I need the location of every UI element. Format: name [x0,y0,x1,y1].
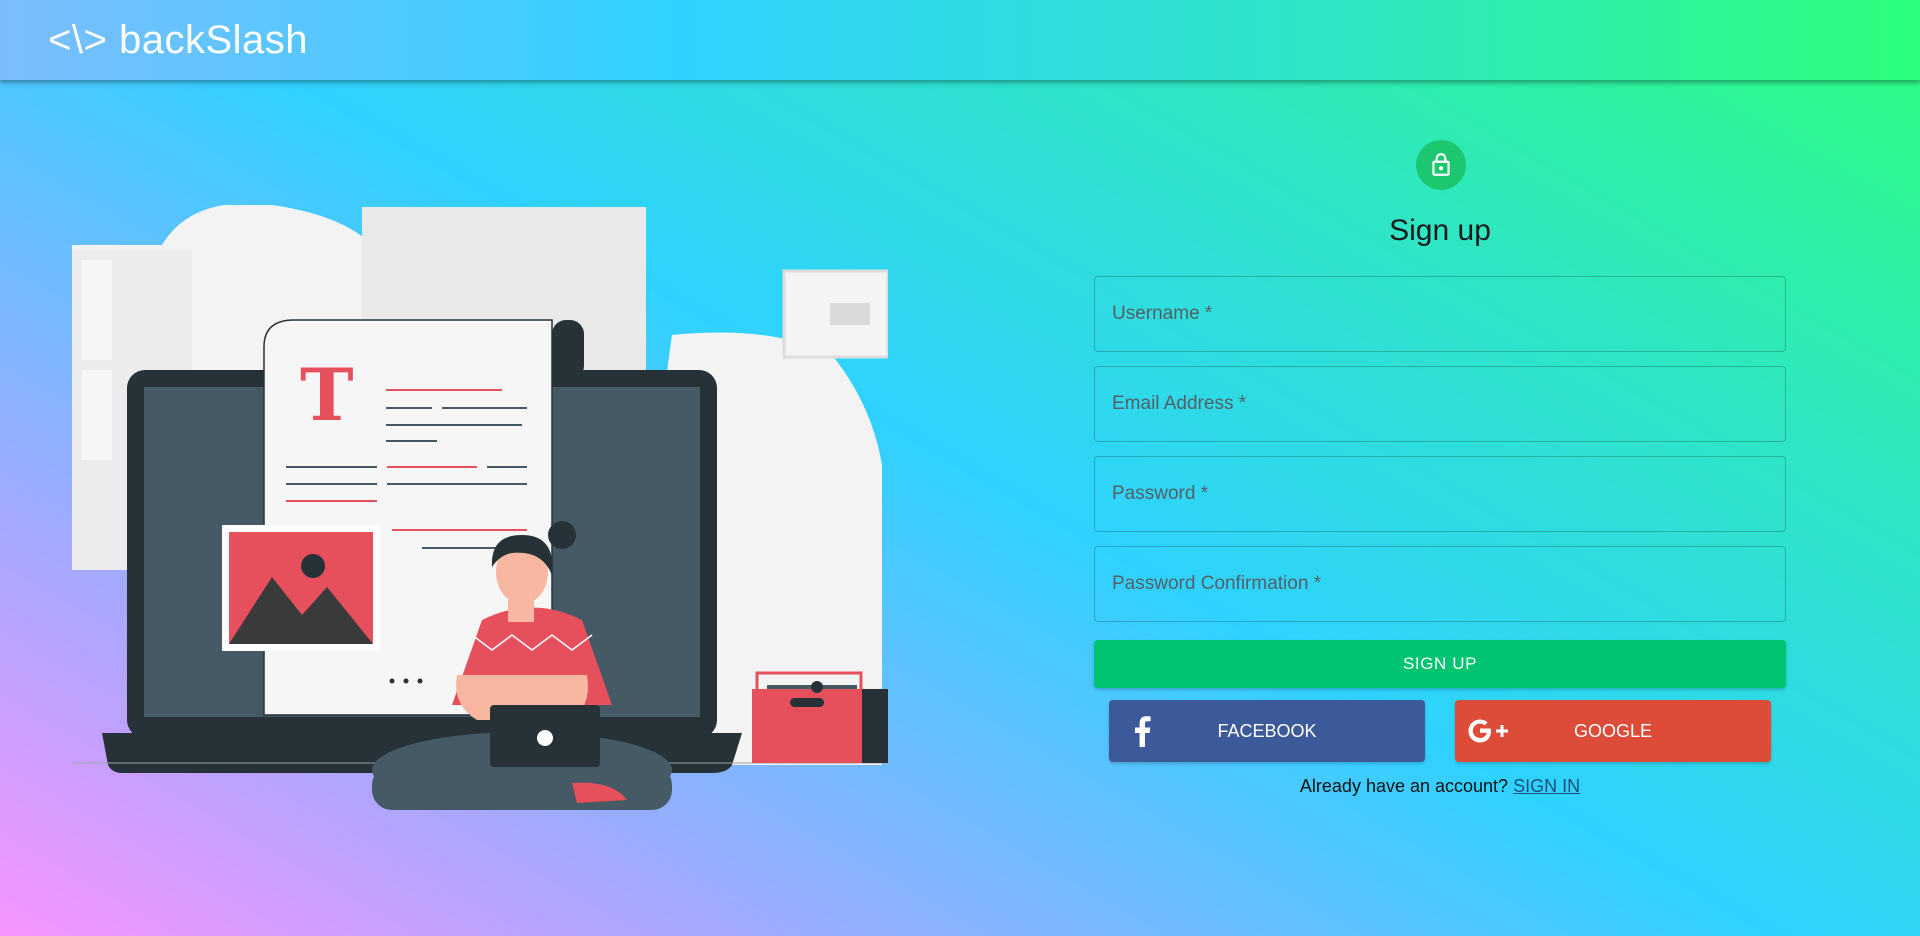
password-confirmation-input[interactable] [1095,547,1785,621]
page-title: Sign up [1389,214,1491,247]
svg-text:T: T [300,352,354,437]
signin-link[interactable]: SIGN IN [1513,776,1580,796]
signin-prompt-line: Already have an account? SIGN IN [1094,776,1786,797]
username-input[interactable] [1095,277,1785,351]
google-label: GOOGLE [1573,720,1653,741]
lock-avatar [1416,140,1466,190]
facebook-button[interactable]: FACEBOOK [1109,700,1425,762]
brand-text: <\> backSlash [48,17,308,62]
facebook-icon [1109,700,1175,762]
app-bar: <\> backSlash [0,0,1920,80]
signin-prompt: Already have an account? [1299,776,1509,796]
password-confirmation-field[interactable] [1094,546,1786,622]
signup-button[interactable]: SIGN UP [1094,640,1786,688]
person-with-laptop-illustration: T [72,205,888,810]
lock-icon [1432,153,1450,176]
facebook-label: FACEBOOK [1217,720,1317,741]
google-button[interactable]: GOOGLE [1455,700,1771,762]
google-plus-icon [1455,700,1521,762]
email-input[interactable] [1095,367,1785,441]
username-field[interactable] [1094,276,1786,352]
password-input[interactable] [1095,457,1785,531]
brand-logo[interactable]: <\> backSlash [48,18,308,63]
password-field[interactable] [1094,456,1786,532]
email-field[interactable] [1094,366,1786,442]
